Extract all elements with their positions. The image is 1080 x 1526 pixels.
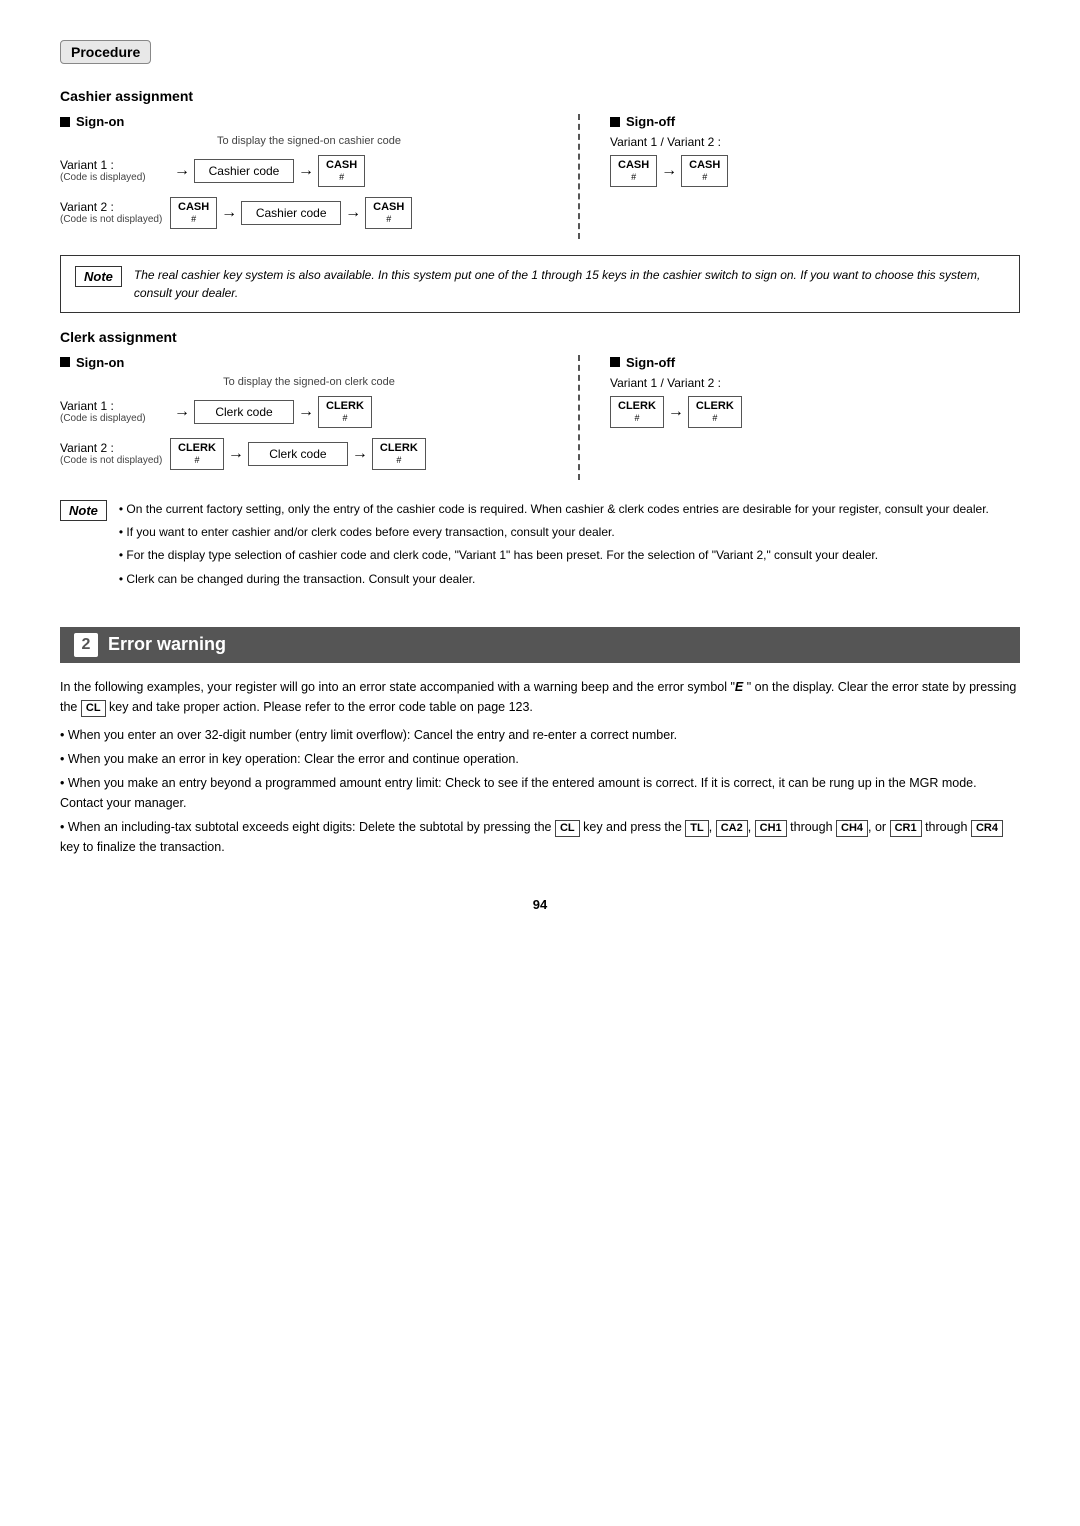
arrow-so2: → [668,403,684,421]
bullet1: • When you enter an over 32-digit number… [60,725,1020,745]
clerk-code-box1: Clerk code [194,400,294,424]
bullet-square4 [610,357,620,367]
bullet3: • When you make an entry beyond a progra… [60,773,1020,813]
cashier-header: Cashier assignment [60,88,1020,104]
ch1-key: CH1 [755,820,787,837]
tl-key: TL [685,820,708,837]
cashier-signon: Sign-on To display the signed-on cashier… [60,114,580,239]
arrow-c1: → [174,403,190,421]
error-bullets: • When you enter an over 32-digit number… [60,725,1020,857]
arrow-so1: → [661,162,677,180]
arrow-c4: → [352,445,368,463]
clerk-signoff-label: Sign-off [610,355,1020,370]
error-warning-section: 2 Error warning In the following example… [60,627,1020,857]
cashier-variant2-label: Variant 2 : (Code is not displayed) [60,200,170,225]
arrow-c2: → [298,403,314,421]
page-number: 94 [60,897,1020,912]
cr4-key: CR4 [971,820,1003,837]
bullet4: • When an including-tax subtotal exceeds… [60,817,1020,857]
cash-key3: CASH # [365,197,412,229]
cashier-signoff-label: Sign-off [610,114,1020,129]
arrow1: → [174,162,190,180]
clerk-note-content: • On the current factory setting, only t… [119,500,989,593]
error-warning-intro: In the following examples, your register… [60,677,1020,717]
bullet-square3 [60,357,70,367]
cr1-key: CR1 [890,820,922,837]
section-number: 2 [74,633,98,657]
cashier-code-box2: Cashier code [241,201,341,225]
clerk-variant1-flow: Variant 1 : (Code is displayed) → Clerk … [60,396,558,428]
cashier-note-text: The real cashier key system is also avai… [134,266,1005,302]
cashier-display-hint: To display the signed-on cashier code [60,135,558,147]
cash-key2: CASH # [170,197,217,229]
clerk-signoff-variant: Variant 1 / Variant 2 : [610,376,1020,390]
clerk-key1: CLERK # [318,396,372,428]
clerk-display-hint: To display the signed-on clerk code [60,376,558,388]
clerk-key-so1: CLERK # [610,396,664,428]
clerk-signon-label: Sign-on [60,355,558,370]
cashier-variant2-flow: Variant 2 : (Code is not displayed) CASH… [60,197,558,229]
error-symbol: E [735,680,743,694]
procedure-badge: Procedure [60,40,151,64]
clerk-code-box2: Clerk code [248,442,348,466]
cash-key-so2: CASH # [681,155,728,187]
bullet-square2 [610,117,620,127]
clerk-note-label: Note [60,500,107,521]
cashier-signoff: Sign-off Variant 1 / Variant 2 : CASH # … [580,114,1020,187]
clerk-variant2-label: Variant 2 : (Code is not displayed) [60,441,170,466]
cl-key-inline: CL [81,700,106,717]
clerk-note-line1: • On the current factory setting, only t… [119,500,989,519]
cashier-variant1-label: Variant 1 : (Code is displayed) [60,158,170,183]
arrow2: → [298,162,314,180]
cl-key-bullet4: CL [555,820,580,837]
clerk-variant1-label: Variant 1 : (Code is displayed) [60,399,170,424]
clerk-note: Note • On the current factory setting, o… [60,490,1020,603]
cash-key-so1: CASH # [610,155,657,187]
cashier-signon-label: Sign-on [60,114,558,129]
clerk-signoff-flow: CLERK # → CLERK # [610,396,1020,428]
cashier-variant1-flow: Variant 1 : (Code is displayed) → Cashie… [60,155,558,187]
clerk-note-line2: • If you want to enter cashier and/or cl… [119,523,989,542]
cashier-note-label: Note [75,266,122,287]
bullet2: • When you make an error in key operatio… [60,749,1020,769]
clerk-note-line3: • For the display type selection of cash… [119,546,989,565]
clerk-signon: Sign-on To display the signed-on clerk c… [60,355,580,480]
clerk-key-so2: CLERK # [688,396,742,428]
ca2-key: CA2 [716,820,748,837]
cashier-signoff-flow: CASH # → CASH # [610,155,1020,187]
cashier-note: Note The real cashier key system is also… [60,255,1020,313]
error-warning-title-bar: 2 Error warning [60,627,1020,663]
clerk-signoff: Sign-off Variant 1 / Variant 2 : CLERK #… [580,355,1020,428]
ch4-key: CH4 [836,820,868,837]
clerk-key2: CLERK # [170,438,224,470]
cash-key1: CASH # [318,155,365,187]
cashier-section: Cashier assignment Sign-on To display th… [60,88,1020,313]
arrow-c3: → [228,445,244,463]
clerk-key3: CLERK # [372,438,426,470]
error-warning-title: Error warning [108,634,226,655]
clerk-note-line4: • Clerk can be changed during the transa… [119,570,989,589]
cashier-signoff-variant: Variant 1 / Variant 2 : [610,135,1020,149]
cashier-code-box1: Cashier code [194,159,294,183]
clerk-header: Clerk assignment [60,329,1020,345]
clerk-variant2-flow: Variant 2 : (Code is not displayed) CLER… [60,438,558,470]
clerk-section: Clerk assignment Sign-on To display the … [60,329,1020,603]
bullet-square [60,117,70,127]
arrow4: → [345,204,361,222]
arrow3: → [221,204,237,222]
